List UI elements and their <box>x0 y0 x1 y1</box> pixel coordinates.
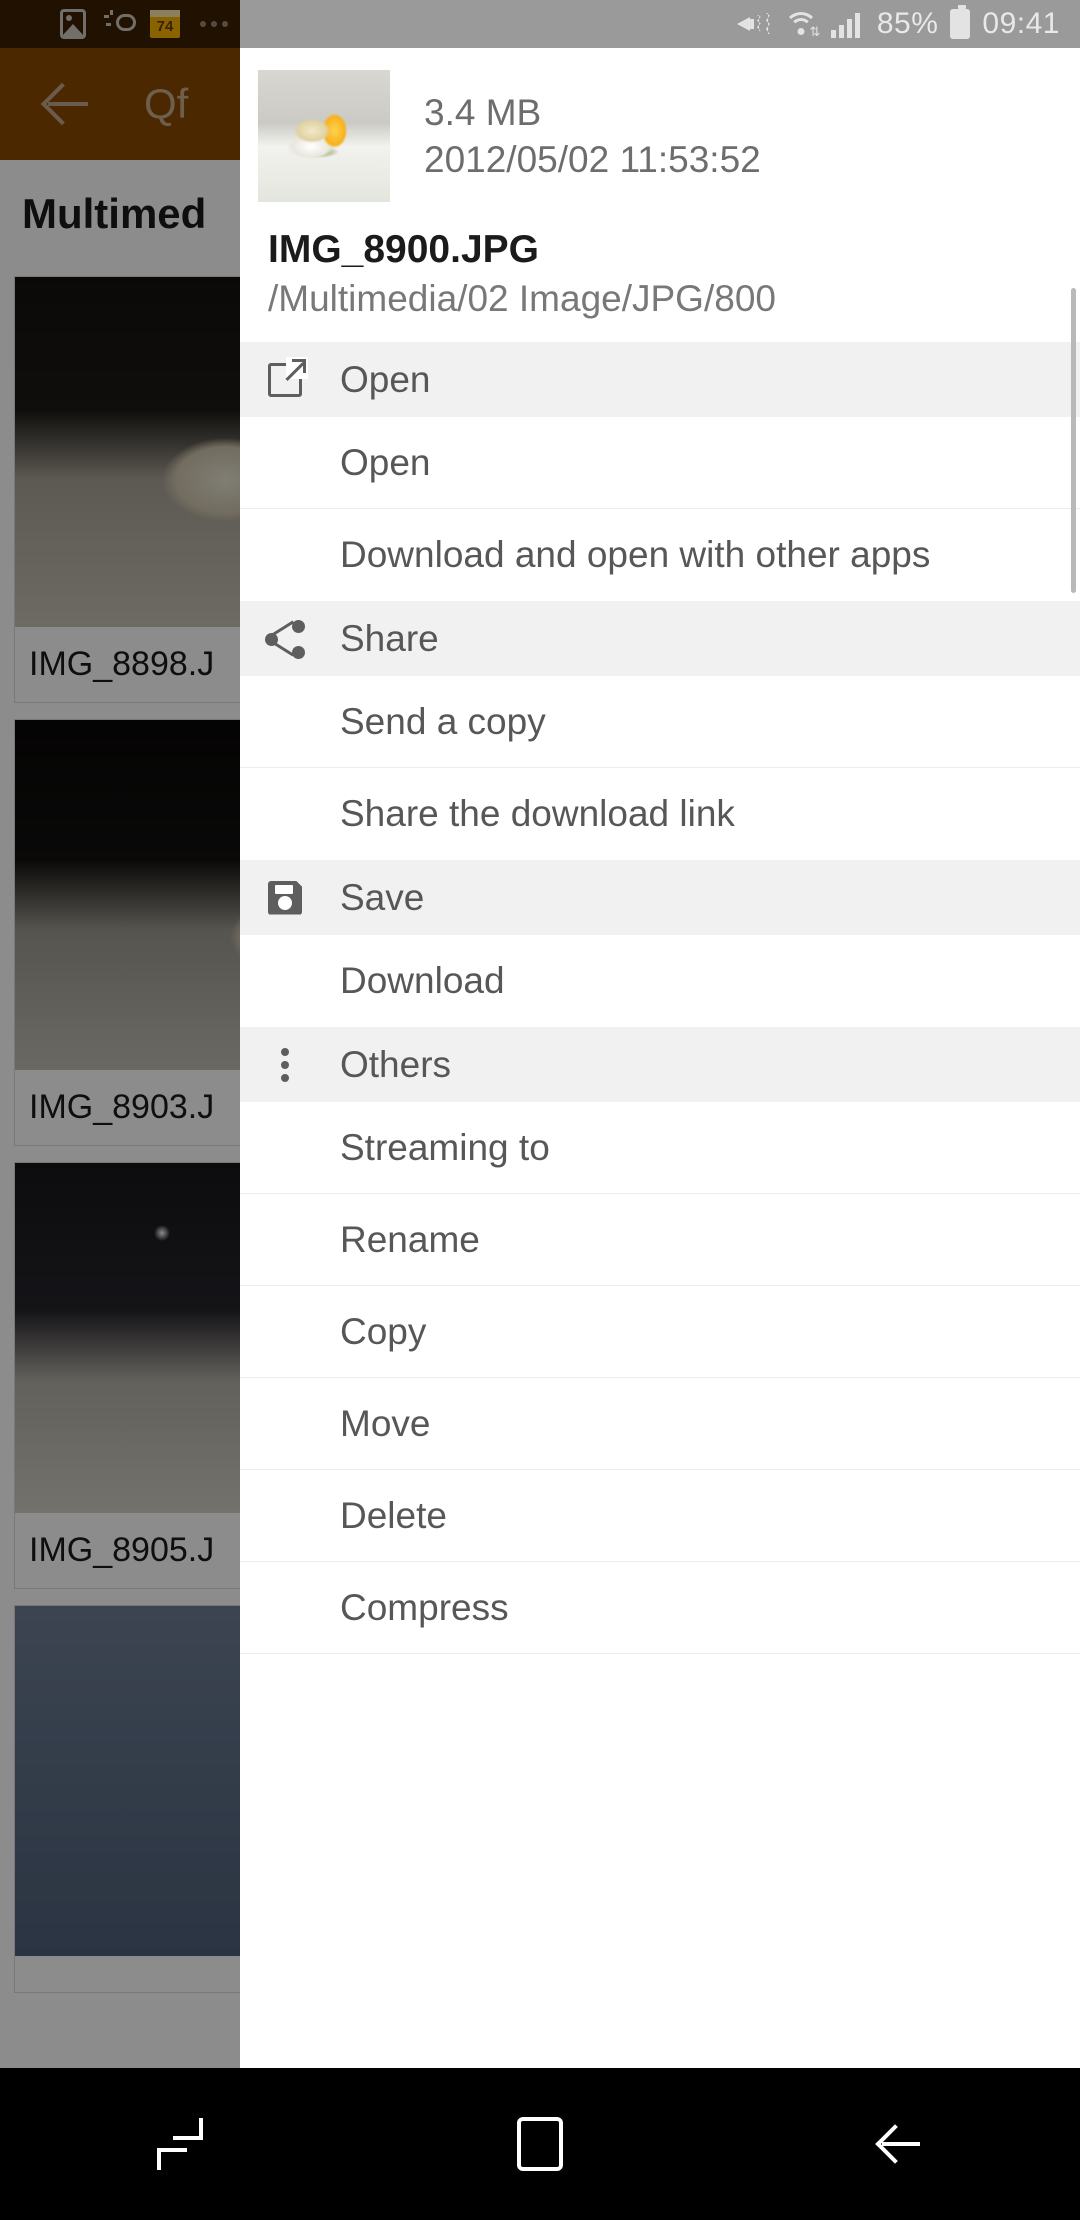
share-icon <box>262 619 308 659</box>
menu-section-save: Save <box>240 860 1080 935</box>
menu-section-label: Open <box>340 359 431 401</box>
signal-icon <box>831 10 865 38</box>
menu-section-share: Share <box>240 601 1080 676</box>
menu-item-send-a-copy[interactable]: Send a copy <box>240 676 1080 768</box>
status-bar: ⇅ 85% 09:41 <box>240 0 1080 48</box>
menu-section-label: Others <box>340 1044 451 1086</box>
menu-section-open: Open <box>240 342 1080 417</box>
badge-value: 74 <box>157 15 174 34</box>
menu-item-rename[interactable]: Rename <box>240 1194 1080 1286</box>
wifi-icon: ⇅ <box>783 10 819 38</box>
menu-item-download[interactable]: Download <box>240 935 1080 1027</box>
mute-icon <box>737 10 771 38</box>
menu-item-streaming-to[interactable]: Streaming to <box>240 1102 1080 1194</box>
file-path-label: /Multimedia/02 Image/JPG/800 <box>240 272 1080 342</box>
menu-section-others: Others <box>240 1027 1080 1102</box>
menu-item-delete[interactable]: Delete <box>240 1470 1080 1562</box>
sheet-scrollbar[interactable] <box>1071 288 1076 593</box>
menu-item-open[interactable]: Open <box>240 417 1080 509</box>
file-action-sheet: 3.4 MB 2012/05/02 11:53:52 IMG_8900.JPG … <box>240 48 1080 2068</box>
menu-section-label: Save <box>340 877 424 919</box>
status-bar-right-icons: ⇅ 85% 09:41 <box>737 0 1060 48</box>
file-date-label: 2012/05/02 11:53:52 <box>424 136 761 183</box>
system-navigation-bar <box>0 2068 1080 2220</box>
recent-apps-icon <box>157 2118 203 2170</box>
external-link-icon <box>262 363 308 397</box>
recent-apps-button[interactable] <box>120 2104 240 2184</box>
clock-label: 09:41 <box>982 7 1060 41</box>
file-info-header: 3.4 MB 2012/05/02 11:53:52 IMG_8900.JPG … <box>240 48 1080 342</box>
battery-percent-label: 85% <box>877 7 939 41</box>
battery-icon <box>950 9 970 39</box>
file-size-label: 3.4 MB <box>424 89 761 136</box>
file-thumbnail-preview <box>258 70 390 202</box>
phone-screen: 74 Qf Multimed IMG_8898.J IMG_8903.J IMG… <box>0 0 1080 2220</box>
menu-item-download-and-open-with-other-apps[interactable]: Download and open with other apps <box>240 509 1080 601</box>
back-button[interactable] <box>840 2104 960 2184</box>
menu-item-compress[interactable]: Compress <box>240 1562 1080 1654</box>
menu-item-copy[interactable]: Copy <box>240 1286 1080 1378</box>
home-button[interactable] <box>480 2104 600 2184</box>
file-name-title: IMG_8900.JPG <box>240 202 1080 272</box>
menu-section-label: Share <box>340 618 439 660</box>
back-icon <box>880 2120 920 2168</box>
menu-item-share-the-download-link[interactable]: Share the download link <box>240 768 1080 860</box>
home-icon <box>517 2117 563 2171</box>
vertical-dots-icon <box>262 1045 308 1085</box>
action-menu: Open Open Download and open with other a… <box>240 342 1080 1654</box>
menu-item-move[interactable]: Move <box>240 1378 1080 1470</box>
save-icon <box>262 881 308 915</box>
